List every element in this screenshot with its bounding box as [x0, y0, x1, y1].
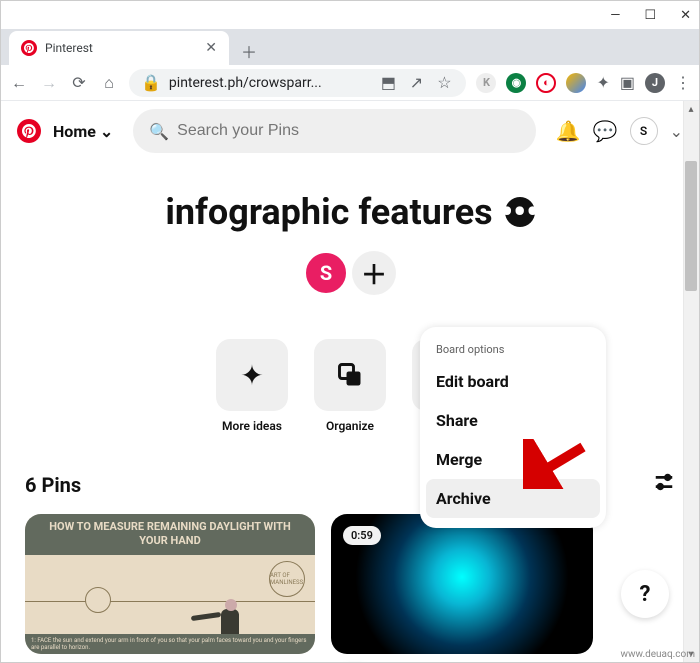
url-text: pinterest.ph/crowsparr...: [169, 75, 371, 91]
board-more-button[interactable]: •••: [505, 197, 535, 227]
pins-count: 6 Pins: [25, 473, 81, 497]
install-icon[interactable]: ⬒: [378, 73, 398, 92]
scroll-up-arrow[interactable]: ▴: [683, 101, 699, 117]
profile-avatar[interactable]: J: [645, 73, 665, 93]
window-minimize[interactable]: —: [610, 8, 620, 23]
window-maximize[interactable]: ☐: [644, 8, 656, 23]
board-title-row: infographic features •••: [1, 191, 699, 233]
more-ideas-tile[interactable]: ✦ More ideas: [216, 339, 288, 433]
page-viewport: ▴ ▾ Home⌄ 🔍 🔔 💬 S ⌄ infographic features…: [1, 101, 699, 662]
extension-k[interactable]: K: [476, 73, 496, 93]
filter-icon[interactable]: [653, 471, 675, 498]
pin1-title: HOW TO MEASURE REMAINING DAYLIGHT WITH Y…: [25, 514, 315, 555]
edit-board-option[interactable]: Edit board: [420, 362, 606, 401]
extension-gradient[interactable]: [566, 73, 586, 93]
share-option[interactable]: Share: [420, 401, 606, 440]
address-bar: ← → ⟳ ⌂ 🔒 pinterest.ph/crowsparr... ⬒ ↗ …: [1, 65, 699, 101]
popover-header: Board options: [420, 337, 606, 362]
help-fab[interactable]: ?: [621, 570, 669, 618]
organize-tile[interactable]: Organize: [314, 339, 386, 433]
tab-bar: Pinterest ✕ ＋: [1, 29, 699, 65]
account-dropdown-icon[interactable]: ⌄: [670, 122, 683, 141]
lock-icon: 🔒: [141, 73, 161, 92]
add-collaborator-button[interactable]: ＋: [352, 251, 396, 295]
search-icon: 🔍: [149, 122, 169, 141]
pin1-caption: 1: FACE the sun and extend your arm in f…: [25, 634, 315, 654]
collaborators-row: S ＋: [1, 251, 699, 295]
extension-square[interactable]: ▣: [620, 73, 635, 92]
board-title: infographic features: [165, 191, 492, 233]
account-avatar[interactable]: S: [630, 117, 658, 145]
organize-icon: [314, 339, 386, 411]
extension-green[interactable]: ◉: [506, 73, 526, 93]
organize-label: Organize: [326, 419, 374, 433]
new-tab-button[interactable]: ＋: [235, 37, 263, 65]
pinterest-favicon: [21, 40, 37, 56]
messages-icon[interactable]: 💬: [593, 119, 618, 143]
home-label: Home: [53, 122, 96, 141]
pinterest-header: Home⌄ 🔍 🔔 💬 S ⌄: [1, 101, 699, 161]
tab-close-icon[interactable]: ✕: [205, 40, 217, 56]
home-button[interactable]: ⌂: [99, 73, 119, 93]
collaborator-avatar[interactable]: S: [304, 251, 348, 295]
pin1-illustration: ART OF MANLINESS 1: FACE the sun and ext…: [25, 555, 315, 654]
board-options-popover: Board options Edit board Share Merge Arc…: [420, 327, 606, 528]
notifications-icon[interactable]: 🔔: [556, 119, 581, 143]
reload-button[interactable]: ⟳: [69, 73, 89, 92]
browser-tab[interactable]: Pinterest ✕: [9, 31, 229, 65]
pin1-badge: ART OF MANLINESS: [269, 561, 305, 597]
chrome-menu-icon[interactable]: ⋮: [675, 73, 691, 92]
back-button[interactable]: ←: [9, 73, 29, 93]
watermark: www.deuaq.com: [621, 649, 696, 660]
extensions-icon[interactable]: ✦: [596, 73, 609, 92]
window-close[interactable]: ✕: [680, 8, 691, 23]
pinterest-logo[interactable]: [17, 119, 41, 143]
sparkle-icon: ✦: [216, 339, 288, 411]
tab-title: Pinterest: [45, 41, 197, 55]
share-icon[interactable]: ↗: [406, 73, 426, 92]
scrollbar-thumb[interactable]: [685, 161, 697, 291]
pin-energy-video[interactable]: 0:59: [331, 514, 593, 654]
more-ideas-label: More ideas: [222, 419, 282, 433]
search-bar[interactable]: 🔍: [133, 109, 536, 153]
archive-option[interactable]: Archive: [426, 479, 600, 518]
video-duration: 0:59: [343, 526, 381, 545]
pin-daylight-infographic[interactable]: HOW TO MEASURE REMAINING DAYLIGHT WITH Y…: [25, 514, 315, 654]
home-dropdown[interactable]: Home⌄: [53, 122, 113, 141]
scrollbar[interactable]: ▴ ▾: [683, 101, 699, 662]
merge-option[interactable]: Merge: [420, 440, 606, 479]
forward-button[interactable]: →: [39, 73, 59, 93]
search-input[interactable]: [177, 122, 520, 140]
bookmark-icon[interactable]: ☆: [434, 73, 454, 92]
url-field[interactable]: 🔒 pinterest.ph/crowsparr... ⬒ ↗ ☆: [129, 69, 466, 97]
extension-red-ring[interactable]: ◐: [536, 73, 556, 93]
chevron-down-icon: ⌄: [100, 122, 113, 141]
